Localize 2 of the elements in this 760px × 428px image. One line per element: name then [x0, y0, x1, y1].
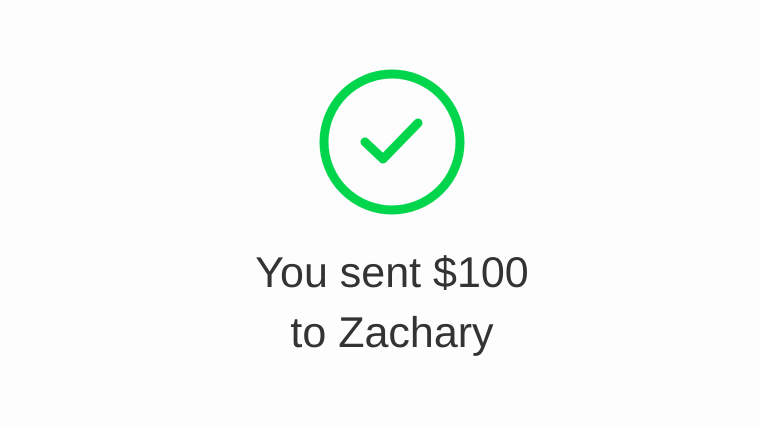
checkmark-circle-icon [319, 69, 465, 215]
confirmation-message: You sent $100 to Zachary [254, 248, 530, 359]
